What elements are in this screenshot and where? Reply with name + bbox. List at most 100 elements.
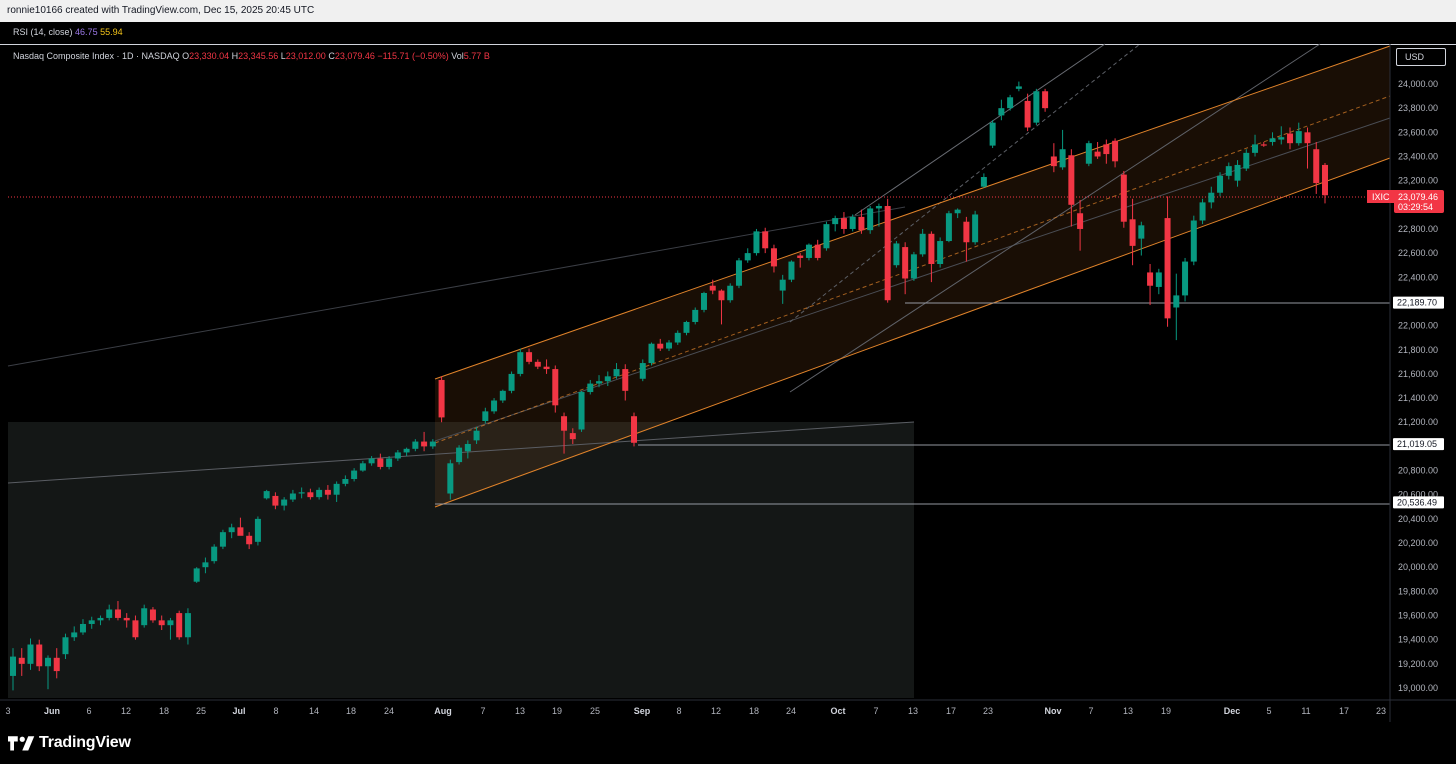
candle-body (1313, 149, 1320, 184)
footer (0, 722, 1456, 764)
candle-body (307, 492, 314, 498)
candle-body (963, 221, 970, 243)
candle (753, 228, 760, 256)
candle-body (429, 441, 436, 447)
candle-body (412, 441, 419, 449)
candle (893, 241, 900, 268)
candle-body (97, 617, 104, 621)
candle-body (587, 383, 594, 393)
candle-body (805, 244, 812, 258)
price-tick-label: 19,600.00 (1398, 611, 1438, 621)
candle (1085, 140, 1092, 167)
price-tick-label: 20,000.00 (1398, 562, 1438, 572)
candle-body (1278, 137, 1285, 140)
candle-body (272, 495, 279, 506)
time-tick-label: 23 (1376, 706, 1386, 716)
time-tick-label: 19 (1161, 706, 1171, 716)
candle-body (1120, 174, 1127, 222)
candle-body (1103, 144, 1110, 155)
tradingview-logo-text: TradingView (39, 734, 131, 751)
candle-body (1173, 295, 1180, 308)
time-tick-label: 18 (749, 706, 759, 716)
candle-body (62, 637, 69, 655)
candle (1033, 88, 1040, 126)
price-tick-label: 23,200.00 (1398, 176, 1438, 186)
candle-body (123, 617, 130, 621)
candle (744, 248, 751, 263)
candle-body (902, 247, 909, 279)
candle-body (1208, 192, 1215, 203)
candle-body (482, 411, 489, 422)
candle-body (596, 381, 603, 384)
time-tick-label: 13 (908, 706, 918, 716)
candle-body (770, 248, 777, 267)
price-tick-label: 19,000.00 (1398, 683, 1438, 693)
candle-body (753, 231, 760, 254)
candle (972, 210, 979, 245)
candle-body (281, 499, 288, 506)
time-tick-label: 24 (786, 706, 796, 716)
time-tick-label: 7 (480, 706, 485, 716)
time-tick-label: 17 (1339, 706, 1349, 716)
candle-body (797, 255, 804, 258)
candle-body (788, 261, 795, 280)
candle (1042, 88, 1049, 112)
candle (219, 529, 226, 550)
candle-body (1024, 100, 1031, 128)
candle-body (937, 241, 944, 264)
candle (910, 251, 917, 281)
candle (1182, 257, 1189, 302)
candle (1217, 172, 1224, 197)
candle-body (44, 657, 51, 667)
time-tick-label: 8 (676, 706, 681, 716)
price-axis[interactable]: 24,000.00 23,800.00 23,600.00 23,400.00 23,2… (1398, 79, 1438, 693)
candle-body (1295, 131, 1302, 144)
price-tick-label: 22,400.00 (1398, 272, 1438, 282)
candle (884, 198, 891, 303)
candle (631, 412, 638, 447)
candle-body (867, 208, 874, 231)
time-tick-label: 13 (515, 706, 525, 716)
candle-body (543, 366, 550, 370)
candle-body (779, 279, 786, 291)
candle-body (735, 260, 742, 286)
candle-body (954, 209, 961, 214)
price-tick-label: 20,200.00 (1398, 538, 1438, 548)
candle-body (534, 361, 541, 367)
candle-body (1059, 149, 1066, 168)
candle (735, 257, 742, 289)
candle-body (263, 491, 270, 499)
candle-body (840, 218, 847, 229)
candle-body (88, 620, 95, 624)
price-tick-label: 19,800.00 (1398, 586, 1438, 596)
candle-body (1269, 138, 1276, 142)
candle-body (884, 206, 891, 301)
candle-body (289, 493, 296, 500)
candle (193, 567, 200, 583)
candle-body (193, 568, 200, 582)
level-label-text: 20,536.49 (1397, 497, 1437, 507)
candle (998, 99, 1005, 121)
time-axis[interactable]: 3 Jun 6 12 18 25 Jul 8 14 18 24 Aug 7 13 19 25 Sep 8 12 18 2… (5, 706, 1386, 716)
tradingview-logo[interactable]: TradingView (8, 733, 131, 753)
price-chart[interactable]: 24,000.00 23,800.00 23,600.00 23,400.00 23,2… (0, 0, 1456, 722)
candle-body (1015, 86, 1022, 89)
time-tick-label: 5 (1266, 706, 1271, 716)
candle-body (928, 233, 935, 264)
time-tick-label: 25 (590, 706, 600, 716)
candle-body (228, 527, 235, 533)
candle-body (254, 518, 261, 542)
candle-body (674, 332, 681, 343)
candle-body (1068, 155, 1075, 205)
candle (980, 173, 987, 188)
candle (814, 239, 821, 261)
candle-body (176, 613, 183, 638)
candle (1173, 273, 1180, 341)
candle-body (394, 452, 401, 459)
current-price-text: 23,079.46 (1398, 192, 1438, 202)
candle-body (910, 254, 917, 279)
candle-body (1042, 91, 1049, 109)
time-tick-label: 23 (983, 706, 993, 716)
candle-body (508, 373, 515, 391)
time-tick-label: Nov (1044, 706, 1061, 716)
